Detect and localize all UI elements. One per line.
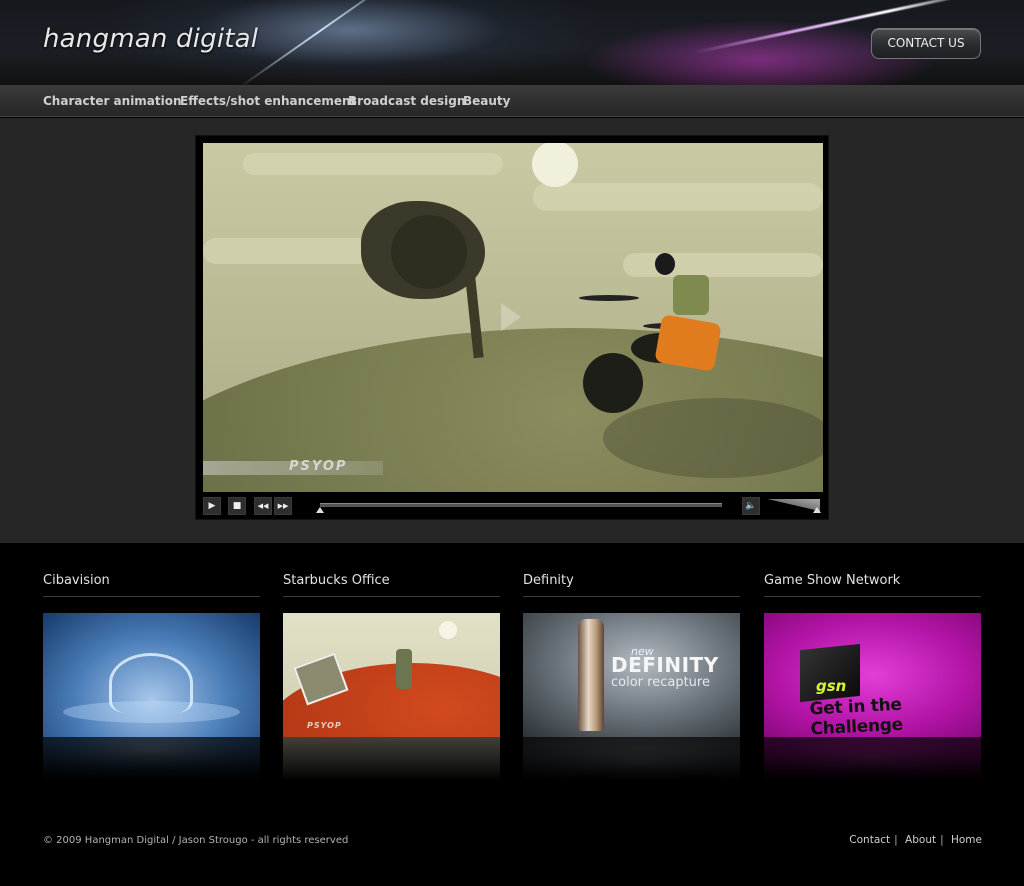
video-watermark: PSYOP — [289, 459, 348, 474]
bottle-image — [578, 619, 604, 731]
separator: | — [940, 834, 944, 846]
volume-icon[interactable]: 🔈 — [742, 497, 760, 515]
footer-link-contact[interactable]: Contact — [849, 834, 890, 846]
cloud — [203, 238, 373, 264]
volume-handle[interactable] — [813, 507, 821, 513]
nav-item-broadcast-design[interactable]: Broadcast design — [348, 94, 465, 108]
nav-item-effects[interactable]: Effects/shot enhancement — [180, 94, 356, 108]
portfolio-card[interactable]: Cibavision — [43, 573, 260, 781]
card-title[interactable]: Cibavision — [43, 573, 260, 597]
stop-button[interactable]: ■ — [228, 497, 246, 515]
footer-link-home[interactable]: Home — [951, 834, 982, 846]
brand-tagline: color recapture — [611, 675, 710, 690]
separator: | — [894, 834, 898, 846]
card-title[interactable]: Game Show Network — [764, 573, 981, 597]
splash-image — [109, 653, 193, 713]
portfolio-grid: Cibavision Starbucks Office PSYOP Defini… — [0, 543, 1024, 803]
category-nav: Character animation Effects/shot enhance… — [0, 86, 1024, 117]
rewind-button[interactable]: ◀◀ — [254, 497, 272, 515]
portfolio-card[interactable]: Game Show Network gsn Get in the Challen… — [764, 573, 981, 781]
thumbnail-reflection — [43, 737, 260, 781]
thumbnail-watermark: PSYOP — [307, 721, 342, 730]
play-button[interactable]: ▶ — [203, 497, 221, 515]
site-logo[interactable]: hangman digital — [43, 24, 258, 54]
video-player: PSYOP ▶ ■ ◀◀ ▶▶ 🔈 — [195, 135, 829, 520]
brand-name: DEFINITY — [611, 653, 719, 677]
nav-item-beauty[interactable]: Beauty — [463, 94, 510, 108]
definity-bottle-thumbnail[interactable]: new DEFINITY color recapture — [523, 613, 740, 737]
card-title[interactable]: Starbucks Office — [283, 573, 500, 597]
video-screen[interactable]: PSYOP — [203, 143, 823, 492]
tree-image — [391, 215, 467, 289]
portfolio-card[interactable]: Definity new DEFINITY color recapture — [523, 573, 740, 781]
portfolio-card[interactable]: Starbucks Office PSYOP — [283, 573, 500, 781]
copyright-text: © 2009 Hangman Digital / Jason Strougo -… — [43, 835, 349, 846]
fast-forward-button[interactable]: ▶▶ — [274, 497, 292, 515]
thumbnail-reflection — [764, 737, 981, 781]
light-streak-decoration — [237, 0, 403, 85]
drummer-head-image — [655, 253, 675, 275]
water-splash-thumbnail[interactable] — [43, 613, 260, 737]
gsn-logo: gsn — [816, 677, 847, 695]
thumbnail-reflection — [283, 737, 500, 781]
cloud — [533, 183, 823, 211]
drummer-body-image — [673, 275, 709, 315]
card-title[interactable]: Definity — [523, 573, 740, 597]
footer-link-about[interactable]: About — [905, 834, 936, 846]
progress-handle[interactable] — [316, 507, 324, 513]
nav-item-character-animation[interactable]: Character animation — [43, 94, 182, 108]
player-controls: ▶ ■ ◀◀ ▶▶ 🔈 — [203, 497, 823, 515]
cloud — [623, 253, 823, 277]
shadow-image — [603, 398, 823, 478]
cloud — [243, 153, 503, 175]
play-overlay-icon[interactable] — [501, 303, 521, 331]
site-footer: © 2009 Hangman Digital / Jason Strougo -… — [0, 803, 1024, 886]
thumbnail-reflection — [523, 737, 740, 781]
moon-image — [439, 621, 457, 639]
bass-drum-image — [583, 353, 643, 413]
progress-bar[interactable] — [320, 503, 722, 507]
drummer-legs-image — [654, 314, 722, 372]
gsn-slogan: Get in the Challenge — [809, 694, 904, 737]
footer-links: Contact | About | Home — [849, 834, 982, 846]
gsn-cube-thumbnail[interactable]: gsn Get in the Challenge — [764, 613, 981, 737]
man-image — [396, 649, 412, 689]
video-section: PSYOP ▶ ■ ◀◀ ▶▶ 🔈 — [0, 118, 1024, 543]
sun-image — [532, 143, 578, 187]
contact-us-button[interactable]: CONTACT US — [871, 28, 981, 59]
animated-house-thumbnail[interactable]: PSYOP — [283, 613, 500, 737]
site-header: hangman digital CONTACT US — [0, 0, 1024, 86]
cymbal-image — [579, 295, 639, 301]
